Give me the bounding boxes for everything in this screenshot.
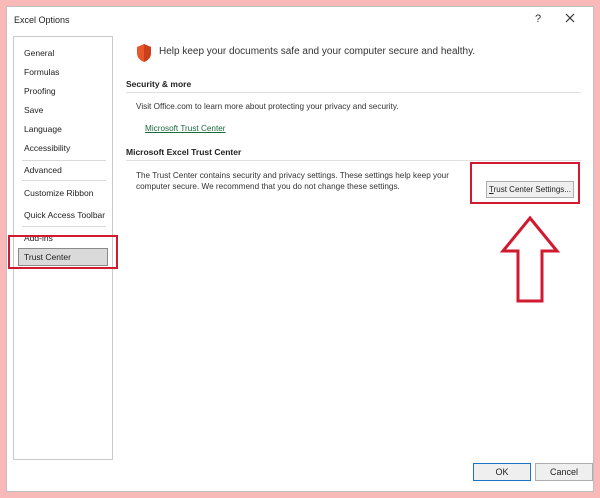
sidebar-item-customize-ribbon[interactable]: Customize Ribbon bbox=[18, 184, 108, 202]
section-title-security-more: Security & more bbox=[126, 79, 192, 89]
sidebar-item-save[interactable]: Save bbox=[18, 101, 108, 119]
sidebar-item-advanced[interactable]: Advanced bbox=[18, 161, 108, 179]
trust-center-text-line: computer secure. We recommend that you d… bbox=[136, 182, 400, 191]
sidebar-item-quick-access-toolbar[interactable]: Quick Access Toolbar bbox=[18, 206, 108, 224]
title-bar: Excel Options ? bbox=[7, 7, 593, 33]
section-divider bbox=[126, 160, 581, 161]
help-button[interactable]: ? bbox=[535, 13, 541, 25]
highlight-box-trust-center bbox=[8, 235, 118, 269]
section-title-excel-trust-center: Microsoft Excel Trust Center bbox=[126, 147, 242, 157]
up-arrow-icon bbox=[500, 215, 560, 303]
page-headline: Help keep your documents safe and your c… bbox=[159, 46, 476, 57]
sidebar-item-language[interactable]: Language bbox=[18, 120, 108, 138]
sidebar-item-proofing[interactable]: Proofing bbox=[18, 82, 108, 100]
highlight-box-settings-button bbox=[470, 162, 580, 204]
window-title: Excel Options bbox=[14, 15, 70, 25]
sidebar-divider bbox=[22, 226, 106, 227]
sidebar-item-general[interactable]: General bbox=[18, 44, 108, 62]
shield-icon bbox=[137, 44, 151, 62]
sidebar-item-accessibility[interactable]: Accessibility bbox=[18, 139, 108, 157]
ok-button[interactable]: OK bbox=[473, 463, 531, 481]
security-more-text: Visit Office.com to learn more about pro… bbox=[136, 102, 399, 111]
trust-center-text-line: The Trust Center contains security and p… bbox=[136, 171, 449, 180]
sidebar-item-formulas[interactable]: Formulas bbox=[18, 63, 108, 81]
sidebar-divider bbox=[22, 180, 106, 181]
cancel-button[interactable]: Cancel bbox=[535, 463, 593, 481]
close-icon[interactable] bbox=[563, 11, 577, 25]
section-divider bbox=[126, 92, 581, 93]
trust-center-text: The Trust Center contains security and p… bbox=[136, 170, 449, 192]
microsoft-trust-center-link[interactable]: Microsoft Trust Center bbox=[145, 124, 226, 133]
